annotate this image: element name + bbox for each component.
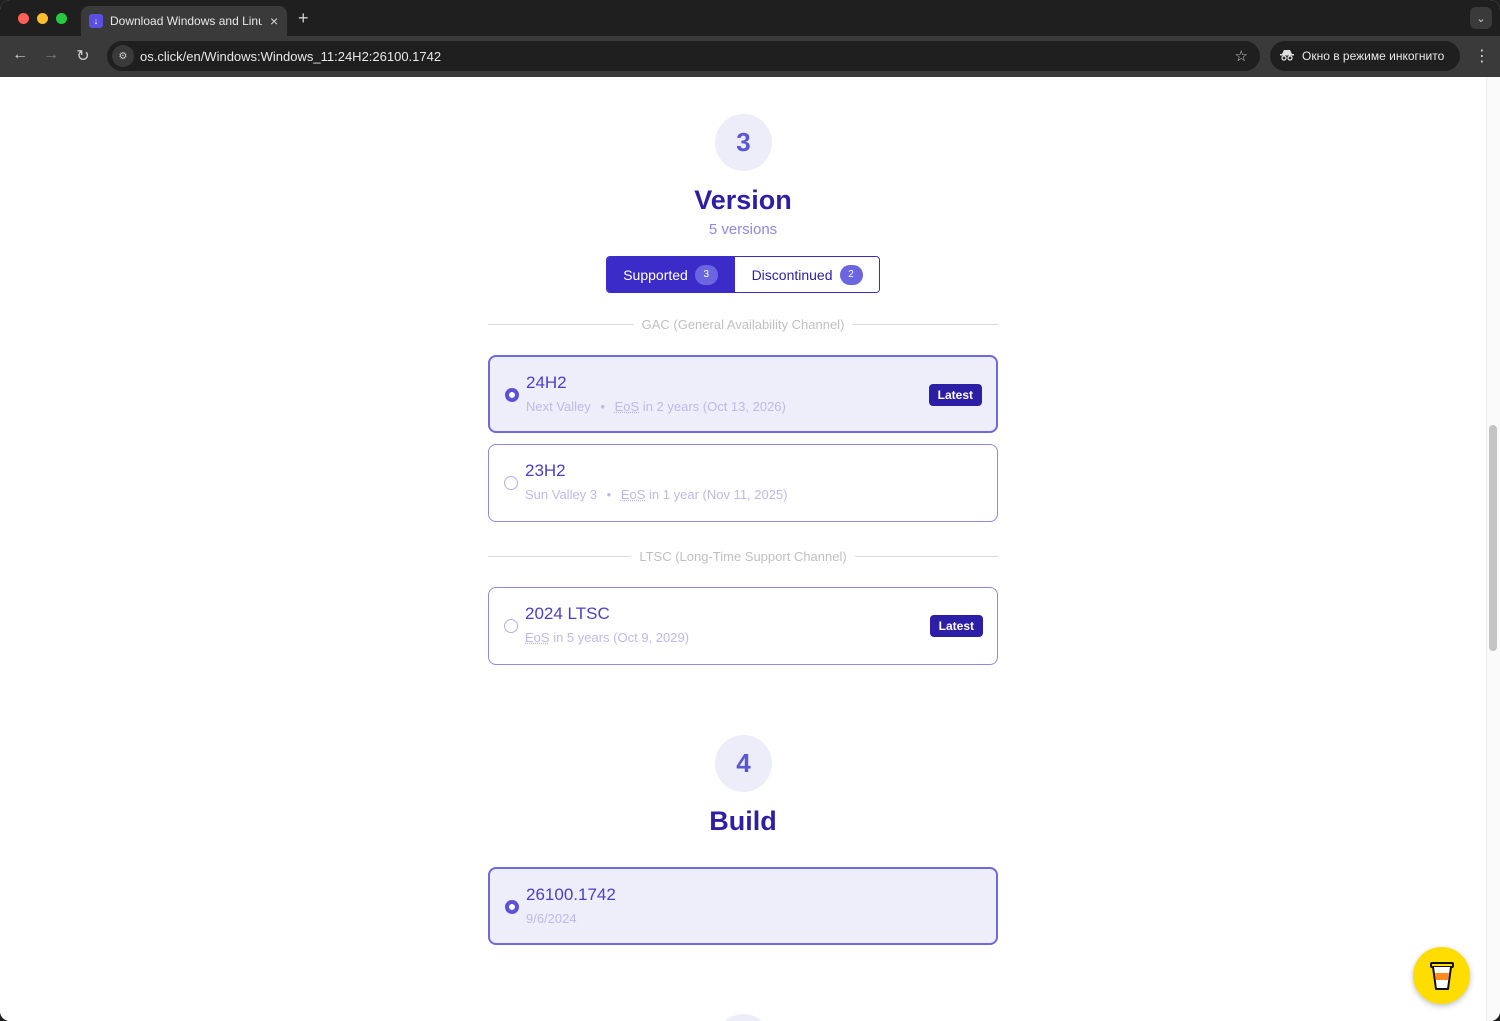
supported-label: Supported bbox=[623, 266, 688, 283]
supported-count-badge: 3 bbox=[694, 264, 718, 285]
close-window-button[interactable] bbox=[18, 13, 29, 24]
version-meta: Next Valley • EoS in 2 years (Oct 13, 20… bbox=[526, 399, 786, 414]
discontinued-filter-button[interactable]: Discontinued 2 bbox=[734, 257, 879, 292]
tab-close-icon[interactable]: × bbox=[270, 13, 278, 29]
browser-toolbar: ← → ↻ ⚙ os.click/en/Windows:Windows_11:2… bbox=[0, 36, 1500, 77]
meta-separator: • bbox=[600, 399, 605, 414]
eos-abbr: EoS bbox=[614, 399, 640, 414]
eos-abbr: EoS bbox=[525, 630, 550, 645]
page-scrollbar[interactable] bbox=[1486, 77, 1500, 1021]
eos-text: in 5 years (Oct 9, 2029) bbox=[549, 630, 690, 645]
version-radio[interactable] bbox=[504, 619, 518, 633]
star-icon[interactable]: ☆ bbox=[1235, 47, 1248, 65]
version-card-2024-ltsc[interactable]: 2024 LTSC EoS in 5 years (Oct 9, 2029) L… bbox=[488, 587, 998, 665]
gac-label: GAC (General Availability Channel) bbox=[641, 317, 845, 332]
step-number-build: 4 bbox=[715, 735, 772, 792]
browser-window: ↓ Download Windows and Linux × + ⌄ ← → ↻… bbox=[0, 0, 1500, 1021]
version-radio[interactable] bbox=[504, 476, 518, 490]
eos-text: in 2 years (Oct 13, 2026) bbox=[639, 399, 786, 414]
tab-title: Download Windows and Linux bbox=[110, 14, 262, 28]
kebab-menu-icon[interactable]: ⋮ bbox=[1474, 46, 1490, 66]
eos-abbr: EoS bbox=[620, 487, 646, 502]
version-name: 24H2 bbox=[526, 373, 567, 392]
forward-arrow-icon[interactable]: → bbox=[41, 46, 61, 64]
browser-tab[interactable]: ↓ Download Windows and Linux × bbox=[81, 6, 287, 36]
ltsc-divider: LTSC (Long-Time Support Channel) bbox=[488, 549, 998, 564]
meta-separator: • bbox=[606, 487, 612, 502]
build-radio[interactable] bbox=[505, 900, 519, 914]
new-tab-button[interactable]: + bbox=[298, 8, 309, 29]
incognito-label: Окно в режиме инкогнито bbox=[1302, 49, 1445, 63]
incognito-indicator[interactable]: Окно в режиме инкогнито bbox=[1270, 41, 1460, 71]
address-bar[interactable]: ⚙ os.click/en/Windows:Windows_11:24H2:26… bbox=[107, 41, 1260, 71]
minimize-window-button[interactable] bbox=[37, 13, 48, 24]
version-meta: EoS in 5 years (Oct 9, 2029) bbox=[525, 630, 689, 645]
latest-badge: Latest bbox=[928, 384, 982, 406]
scrollbar-thumb[interactable] bbox=[1489, 425, 1497, 651]
step-number-next bbox=[715, 1014, 772, 1021]
reload-icon[interactable]: ↻ bbox=[73, 46, 93, 66]
ltsc-label: LTSC (Long-Time Support Channel) bbox=[639, 549, 847, 564]
version-title: Version bbox=[694, 185, 792, 215]
version-meta: Sun Valley 3 • EoS in 1 year (Nov 11, 20… bbox=[525, 487, 788, 502]
version-card-23h2[interactable]: 23H2 Sun Valley 3 • EoS in 1 year (Nov 1… bbox=[488, 444, 998, 522]
version-name: 23H2 bbox=[525, 461, 566, 480]
coffee-cup-icon bbox=[1429, 961, 1454, 990]
eos-text: in 1 year (Nov 11, 2025) bbox=[645, 487, 788, 502]
version-codename: Sun Valley 3 bbox=[525, 487, 598, 502]
version-codename: Next Valley bbox=[526, 399, 591, 414]
latest-badge: Latest bbox=[929, 615, 983, 637]
gac-divider: GAC (General Availability Channel) bbox=[488, 317, 998, 332]
version-radio[interactable] bbox=[505, 388, 519, 402]
tab-bar: ↓ Download Windows and Linux × + ⌄ bbox=[0, 0, 1500, 36]
build-card-26100-1742[interactable]: 26100.1742 9/6/2024 bbox=[488, 867, 998, 945]
supported-filter-button[interactable]: Supported 3 bbox=[607, 257, 735, 292]
maximize-window-button[interactable] bbox=[56, 13, 67, 24]
buy-me-a-coffee-button[interactable] bbox=[1413, 947, 1470, 1004]
version-name: 2024 LTSC bbox=[525, 604, 610, 623]
discontinued-label: Discontinued bbox=[751, 266, 833, 283]
incognito-icon bbox=[1280, 49, 1294, 64]
url-text[interactable]: os.click/en/Windows:Windows_11:24H2:2610… bbox=[140, 49, 441, 64]
back-arrow-icon[interactable]: ← bbox=[10, 46, 30, 64]
download-favicon-icon: ↓ bbox=[89, 14, 103, 28]
build-title: Build bbox=[709, 806, 777, 836]
build-date: 9/6/2024 bbox=[526, 911, 577, 926]
discontinued-count-badge: 2 bbox=[839, 264, 863, 285]
site-info-icon[interactable]: ⚙ bbox=[112, 45, 134, 67]
version-card-24h2[interactable]: 24H2 Next Valley • EoS in 2 years (Oct 1… bbox=[488, 355, 998, 433]
support-filter: Supported 3 Discontinued 2 bbox=[606, 256, 880, 293]
step-number-version: 3 bbox=[715, 114, 772, 171]
page-content: 3 Version 5 versions Supported 3 Discont… bbox=[0, 77, 1500, 1021]
version-count: 5 versions bbox=[708, 221, 778, 238]
tab-search-chevron-icon[interactable]: ⌄ bbox=[1470, 7, 1492, 29]
build-name: 26100.1742 bbox=[526, 885, 616, 904]
